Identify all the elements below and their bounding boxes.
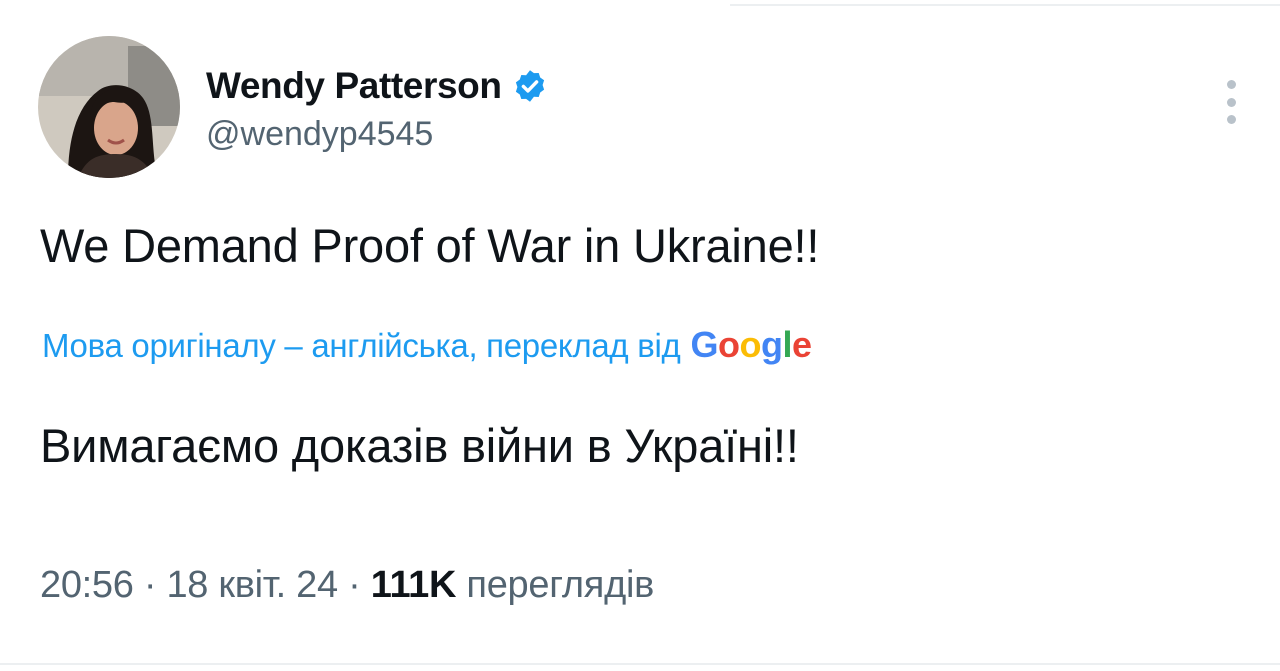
verified-badge-icon[interactable] bbox=[512, 68, 548, 104]
display-name-row: Wendy Patterson bbox=[206, 61, 548, 111]
google-logo: Google bbox=[690, 324, 812, 365]
more-vertical-icon bbox=[1226, 80, 1236, 89]
views-count: 111K bbox=[370, 564, 457, 606]
avatar[interactable] bbox=[38, 36, 180, 178]
meta-separator: · bbox=[337, 564, 371, 606]
meta-separator: · bbox=[133, 564, 167, 606]
tweet-text: We Demand Proof of War in Ukraine!! bbox=[40, 219, 820, 272]
display-name[interactable]: Wendy Patterson bbox=[206, 65, 502, 107]
translation-label[interactable]: Мова оригіналу – англійська, переклад ві… bbox=[42, 327, 681, 365]
divider-bottom bbox=[0, 663, 1280, 665]
tweet-time[interactable]: 20:56 bbox=[40, 564, 134, 606]
author-names: Wendy Patterson @wendyp4545 bbox=[206, 61, 548, 154]
views-label: переглядів bbox=[456, 564, 654, 606]
tweet-header: Wendy Patterson @wendyp4545 bbox=[38, 36, 548, 178]
divider-top bbox=[730, 4, 1280, 6]
translation-notice[interactable]: Мова оригіналу – англійська, переклад ві… bbox=[42, 324, 812, 366]
more-vertical-icon bbox=[1226, 97, 1236, 107]
translated-text: Вимагаємо доказів війни в Україні!! bbox=[40, 419, 799, 472]
author-handle[interactable]: @wendyp4545 bbox=[206, 115, 548, 154]
tweet-date[interactable]: 18 квіт. 24 bbox=[166, 564, 338, 606]
avatar-photo-icon bbox=[38, 36, 180, 178]
more-options-button[interactable] bbox=[1216, 76, 1246, 128]
tweet-page: Wendy Patterson @wendyp4545 We Demand Pr… bbox=[0, 0, 1280, 671]
more-vertical-icon bbox=[1226, 115, 1236, 124]
tweet-meta: 20:56 · 18 квіт. 24 · 111K переглядів bbox=[40, 564, 654, 607]
